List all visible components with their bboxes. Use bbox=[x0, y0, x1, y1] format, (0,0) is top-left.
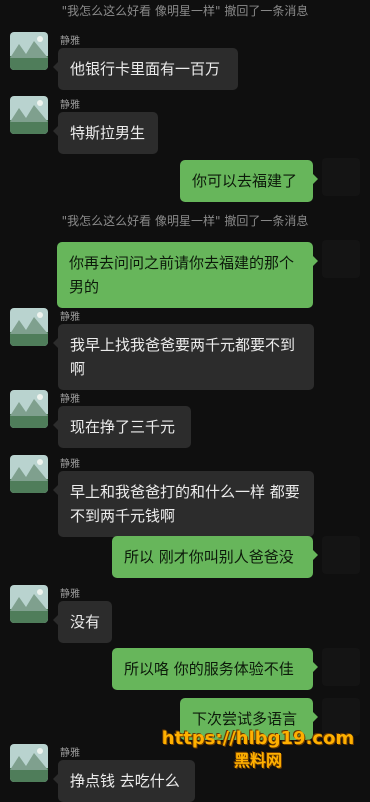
red-letter-l-icon bbox=[322, 158, 360, 196]
red-letter-l-icon bbox=[322, 240, 360, 278]
red-letter-l-icon bbox=[322, 648, 360, 686]
landscape-avatar-icon bbox=[10, 744, 48, 782]
self-avatar[interactable] bbox=[322, 240, 360, 278]
red-letter-l-icon bbox=[322, 536, 360, 574]
landscape-avatar-icon bbox=[10, 585, 48, 623]
message-bubble-incoming[interactable]: 我早上找我爸爸要两千元都要不到啊 bbox=[53, 324, 314, 390]
recall-notice: "我怎么这么好看 像明星一样" 撤回了一条消息 bbox=[61, 4, 309, 18]
self-avatar[interactable] bbox=[322, 158, 360, 196]
landscape-avatar-icon bbox=[10, 390, 48, 428]
message-bubble-outgoing[interactable]: 所以咯 你的服务体验不佳 bbox=[112, 648, 318, 690]
contact-avatar[interactable] bbox=[10, 744, 48, 782]
landscape-avatar-icon bbox=[10, 96, 48, 134]
watermark-brand: 黑料网 bbox=[233, 751, 282, 770]
chat-thread[interactable]: "我怎么这么好看 像明星一样" 撤回了一条消息 静雅 他银行卡里面有一百万 静雅… bbox=[0, 0, 370, 802]
self-avatar[interactable] bbox=[322, 648, 360, 686]
message-bubble-incoming[interactable]: 没有 bbox=[53, 601, 112, 643]
watermark-url: https://hlbg19.com bbox=[161, 728, 355, 749]
message-bubble-outgoing[interactable]: 你再去问问之前请你去福建的那个男的 bbox=[57, 242, 318, 308]
sender-name: 静雅 bbox=[60, 394, 80, 405]
landscape-avatar-icon bbox=[10, 308, 48, 346]
sender-name: 静雅 bbox=[60, 589, 80, 600]
message-bubble-incoming[interactable]: 早上和我爸爸打的和什么一样 都要不到两千元钱啊 bbox=[53, 471, 314, 537]
message-bubble-incoming[interactable]: 现在挣了三千元 bbox=[53, 406, 191, 448]
message-bubble-incoming[interactable]: 特斯拉男生 bbox=[53, 112, 158, 154]
contact-avatar[interactable] bbox=[10, 455, 48, 493]
message-bubble-outgoing[interactable]: 你可以去福建了 bbox=[180, 160, 318, 202]
contact-avatar[interactable] bbox=[10, 390, 48, 428]
sender-name: 静雅 bbox=[60, 100, 80, 111]
sender-name: 静雅 bbox=[60, 459, 80, 470]
landscape-avatar-icon bbox=[10, 32, 48, 70]
contact-avatar[interactable] bbox=[10, 585, 48, 623]
recall-notice: "我怎么这么好看 像明星一样" 撤回了一条消息 bbox=[61, 214, 309, 228]
message-bubble-incoming[interactable]: 他银行卡里面有一百万 bbox=[53, 48, 238, 90]
message-bubble-outgoing[interactable]: 所以 刚才你叫别人爸爸没 bbox=[112, 536, 318, 578]
self-avatar[interactable] bbox=[322, 536, 360, 574]
contact-avatar[interactable] bbox=[10, 32, 48, 70]
landscape-avatar-icon bbox=[10, 455, 48, 493]
contact-avatar[interactable] bbox=[10, 96, 48, 134]
sender-name: 静雅 bbox=[60, 36, 80, 47]
sender-name: 静雅 bbox=[60, 748, 80, 759]
sender-name: 静雅 bbox=[60, 312, 80, 323]
site-watermark: https://hlbg19.com 黑料网 bbox=[158, 728, 358, 771]
contact-avatar[interactable] bbox=[10, 308, 48, 346]
